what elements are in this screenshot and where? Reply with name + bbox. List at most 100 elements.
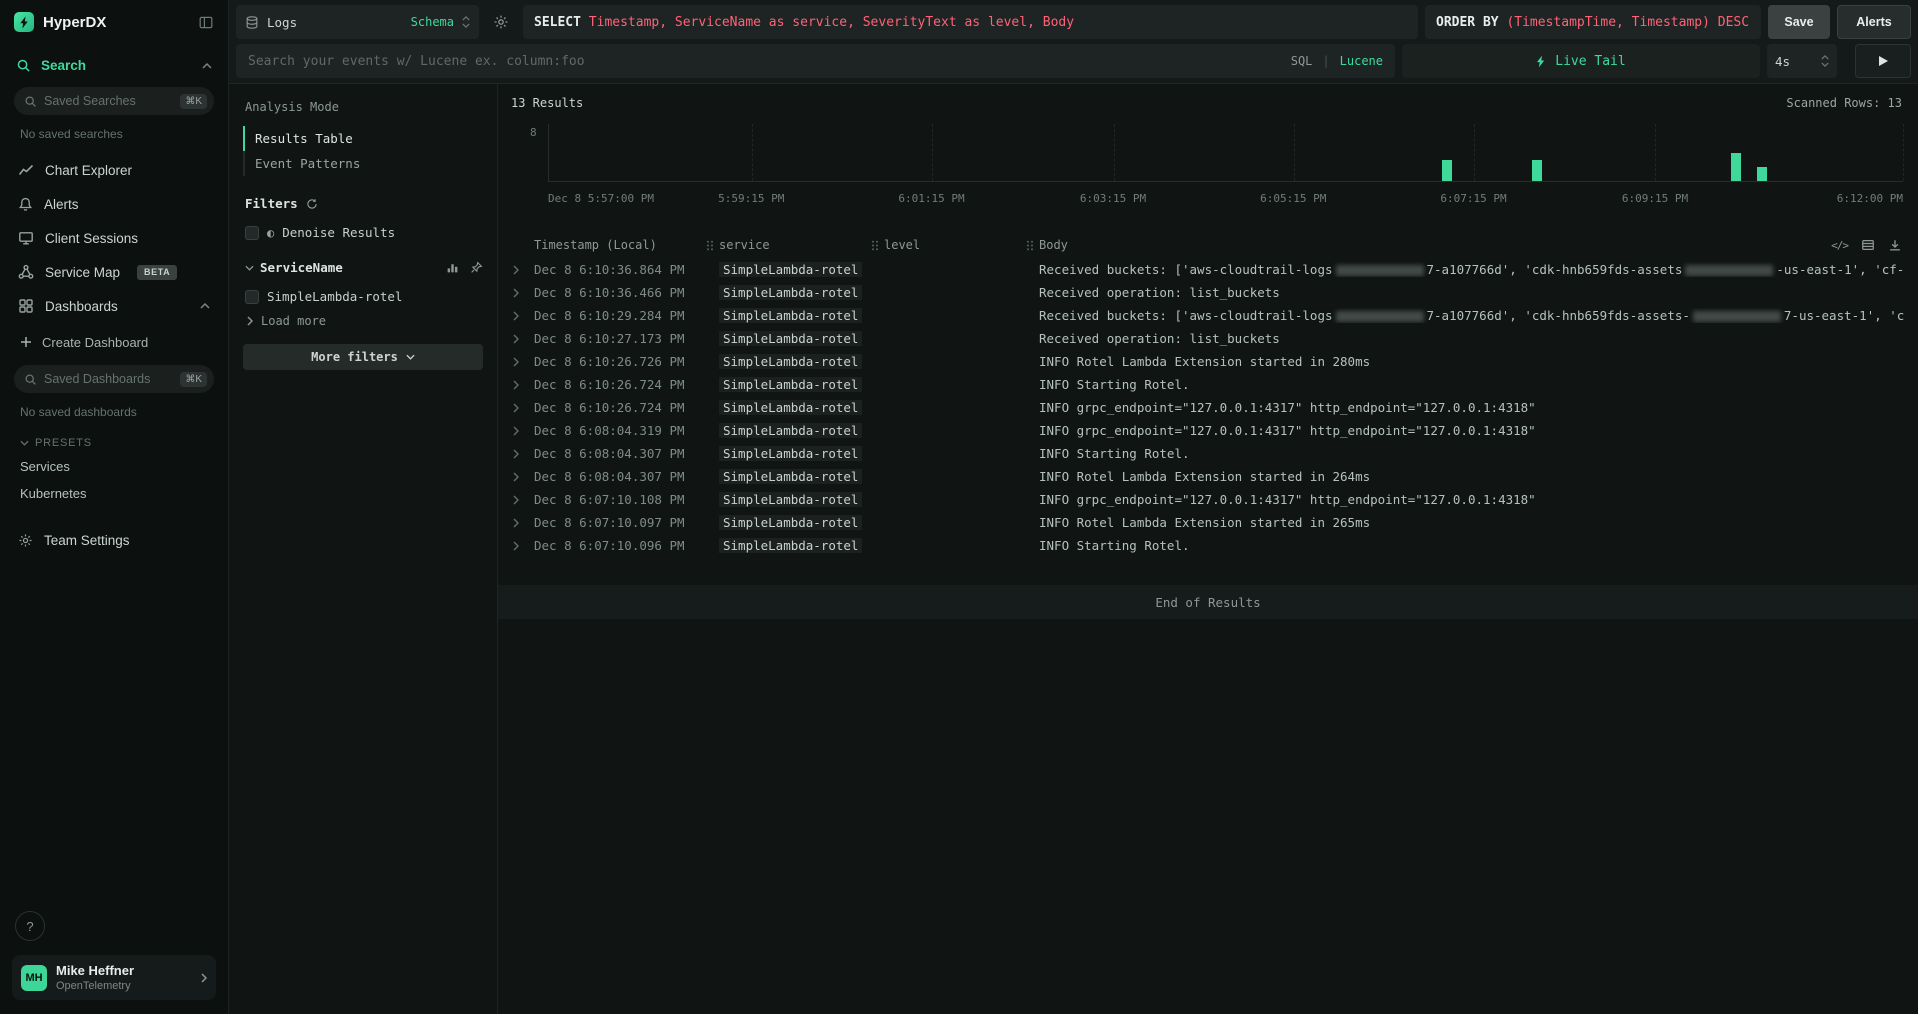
table-row[interactable]: Dec 8 6:10:29.284 PMSimpleLambda-rotelRe… [508, 304, 1905, 327]
cell-timestamp: Dec 8 6:10:29.284 PM [534, 308, 706, 323]
app-logo: HyperDX [12, 12, 216, 32]
histogram-bar [1731, 153, 1741, 182]
table-row[interactable]: Dec 8 6:07:10.097 PMSimpleLambda-rotelIN… [508, 511, 1905, 534]
table-row[interactable]: Dec 8 6:07:10.096 PMSimpleLambda-rotelIN… [508, 534, 1905, 557]
source-value: Logs [267, 15, 297, 30]
table-row[interactable]: Dec 8 6:10:26.724 PMSimpleLambda-rotelIN… [508, 396, 1905, 419]
histogram-bar [1532, 160, 1542, 181]
expand-row-icon[interactable] [508, 472, 534, 482]
mode-results-table[interactable]: Results Table [243, 126, 483, 151]
facet-value-row[interactable]: SimpleLambda-rotel [243, 289, 483, 304]
table-row[interactable]: Dec 8 6:08:04.307 PMSimpleLambda-rotelIN… [508, 465, 1905, 488]
pin-icon[interactable] [470, 261, 483, 274]
load-more-button[interactable]: Load more [243, 314, 483, 328]
user-menu[interactable]: MH Mike Heffner OpenTelemetry [12, 955, 216, 1000]
expand-row-icon[interactable] [508, 541, 534, 551]
download-icon[interactable] [1888, 238, 1902, 252]
sidebar-collapse-icon[interactable] [198, 15, 214, 30]
orderby-clause-input[interactable]: ORDER BY (TimestampTime, Timestamp) DESC [1425, 5, 1761, 39]
event-search-input[interactable] [248, 54, 1281, 69]
table-row[interactable]: Dec 8 6:10:26.724 PMSimpleLambda-rotelIN… [508, 373, 1905, 396]
sidebar-item-alerts[interactable]: Alerts [12, 187, 216, 221]
mode-event-patterns[interactable]: Event Patterns [243, 151, 483, 176]
table-row[interactable]: Dec 8 6:10:36.864 PMSimpleLambda-rotelRe… [508, 258, 1905, 281]
saved-searches-search[interactable]: ⌘K [14, 87, 214, 115]
facet-value-checkbox[interactable] [245, 290, 259, 304]
query-toolbar: Logs Schema SELECT Timestamp, ServiceNam… [229, 0, 1918, 84]
expand-row-icon[interactable] [508, 518, 534, 528]
presets-section-header[interactable]: PRESETS [12, 433, 216, 453]
expand-row-icon[interactable] [508, 265, 534, 275]
x-axis-tick-label: 6:03:15 PM [1080, 192, 1146, 205]
plus-icon [20, 336, 32, 348]
saved-dashboards-input[interactable] [44, 372, 173, 386]
select-clause-input[interactable]: SELECT Timestamp, ServiceName as service… [523, 5, 1418, 39]
x-axis-tick-label: 6:09:15 PM [1622, 192, 1688, 205]
table-row[interactable]: Dec 8 6:08:04.319 PMSimpleLambda-rotelIN… [508, 419, 1905, 442]
preset-item-kubernetes[interactable]: Kubernetes [12, 480, 216, 507]
source-select[interactable]: Logs Schema [236, 5, 479, 39]
column-header-level[interactable]: level [871, 238, 1026, 252]
monitor-icon [18, 230, 34, 246]
expand-row-icon[interactable] [508, 334, 534, 344]
sidebar-item-search[interactable]: Search [12, 54, 216, 77]
column-header-timestamp[interactable]: Timestamp (Local) [534, 238, 706, 252]
expand-row-icon[interactable] [508, 449, 534, 459]
language-toggle-separator: | [1322, 54, 1329, 68]
drag-handle-icon[interactable] [706, 240, 714, 251]
drag-handle-icon[interactable] [871, 240, 879, 251]
expand-row-icon[interactable] [508, 357, 534, 367]
language-toggle-lucene[interactable]: Lucene [1340, 54, 1383, 68]
table-row[interactable]: Dec 8 6:10:26.726 PMSimpleLambda-rotelIN… [508, 350, 1905, 373]
sidebar-item-service-map[interactable]: Service Map BETA [12, 255, 216, 289]
sidebar-item-team-settings[interactable]: Team Settings [12, 523, 216, 557]
expand-row-icon[interactable] [508, 495, 534, 505]
language-toggle-sql[interactable]: SQL [1291, 54, 1313, 68]
facet-servicename[interactable]: ServiceName [243, 260, 483, 275]
column-header-service[interactable]: service [706, 238, 871, 252]
saved-dashboards-search[interactable]: ⌘K [14, 365, 214, 393]
expand-row-icon[interactable] [508, 311, 534, 321]
saved-searches-input[interactable] [44, 94, 173, 108]
expand-row-icon[interactable] [508, 426, 534, 436]
table-row[interactable]: Dec 8 6:10:36.466 PMSimpleLambda-rotelRe… [508, 281, 1905, 304]
sidebar-item-client-sessions[interactable]: Client Sessions [12, 221, 216, 255]
table-row[interactable]: Dec 8 6:07:10.108 PMSimpleLambda-rotelIN… [508, 488, 1905, 511]
x-axis-labels: Dec 8 5:57:00 PM5:59:15 PM6:01:15 PM6:03… [548, 192, 1903, 206]
alerts-button[interactable]: Alerts [1837, 5, 1911, 39]
event-search-box[interactable]: SQL | Lucene [236, 44, 1395, 78]
more-filters-button[interactable]: More filters [243, 344, 483, 370]
refresh-interval-stepper[interactable]: 4s [1767, 44, 1837, 78]
drag-handle-icon[interactable] [1026, 240, 1034, 251]
expand-row-icon[interactable] [508, 380, 534, 390]
facet-chart-icon[interactable] [446, 261, 459, 274]
expand-row-icon[interactable] [508, 288, 534, 298]
refresh-icon[interactable] [306, 198, 318, 210]
create-dashboard-button[interactable]: Create Dashboard [12, 327, 216, 357]
help-button[interactable]: ? [15, 911, 45, 941]
cell-timestamp: Dec 8 6:07:10.108 PM [534, 492, 706, 507]
code-view-icon[interactable]: </> [1831, 239, 1848, 252]
column-header-body[interactable]: Body [1026, 238, 1905, 252]
table-row[interactable]: Dec 8 6:10:27.173 PMSimpleLambda-rotelRe… [508, 327, 1905, 350]
run-query-button[interactable] [1855, 44, 1911, 78]
histogram-plot-area[interactable] [548, 124, 1903, 182]
sidebar-item-chart-explorer[interactable]: Chart Explorer [12, 153, 216, 187]
source-settings-button[interactable] [486, 5, 516, 39]
chevron-up-icon[interactable] [202, 63, 212, 69]
sidebar-item-dashboards[interactable]: Dashboards [12, 289, 216, 323]
lightning-icon [1536, 55, 1546, 68]
preset-item-services[interactable]: Services [12, 453, 216, 480]
stepper-chevrons-icon[interactable] [1821, 55, 1829, 67]
cell-body: INFO Starting Rotel. [1026, 446, 1905, 461]
chevron-up-icon[interactable] [200, 303, 210, 309]
cell-service: SimpleLambda-rotel [706, 400, 871, 415]
table-row[interactable]: Dec 8 6:08:04.307 PMSimpleLambda-rotelIN… [508, 442, 1905, 465]
save-button[interactable]: Save [1768, 5, 1830, 39]
cell-timestamp: Dec 8 6:07:10.097 PM [534, 515, 706, 530]
live-tail-button[interactable]: Live Tail [1402, 44, 1760, 78]
denoise-checkbox[interactable] [245, 226, 259, 240]
table-settings-icon[interactable] [1861, 238, 1875, 252]
denoise-results-option[interactable]: ◐ Denoise Results [243, 225, 483, 240]
expand-row-icon[interactable] [508, 403, 534, 413]
